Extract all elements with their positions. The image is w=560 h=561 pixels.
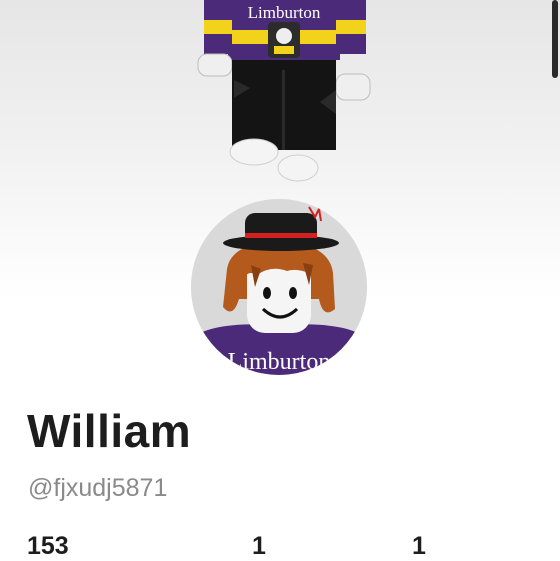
display-name: William — [27, 405, 192, 457]
stat-friends-count[interactable]: 153 — [27, 532, 69, 561]
username: @fjxudj5871 — [28, 474, 168, 502]
avatar-full-body-icon[interactable]: Limburton — [190, 0, 380, 190]
headshot-shirt-text: Limburton — [228, 349, 331, 375]
scrollbar[interactable] — [552, 0, 558, 78]
stat-following-count[interactable]: 1 — [412, 532, 426, 561]
avatar-headshot[interactable]: Limburton — [191, 199, 367, 375]
shirt-print-text: Limburton — [248, 3, 321, 22]
avatar-headshot-icon: Limburton — [191, 199, 367, 375]
stat-followers-count[interactable]: 1 — [252, 532, 266, 561]
